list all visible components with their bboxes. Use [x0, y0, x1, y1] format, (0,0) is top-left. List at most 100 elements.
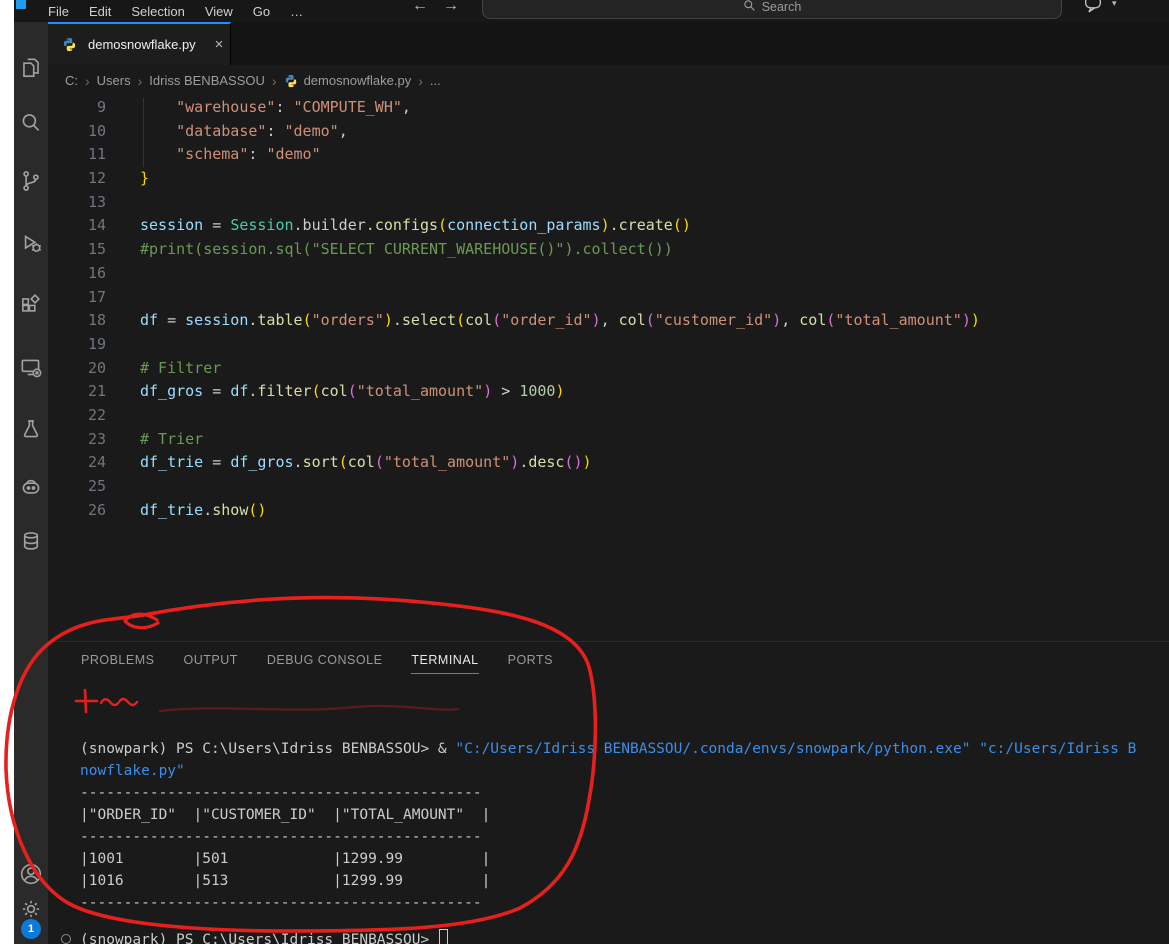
chevron-right-icon: › — [133, 73, 148, 89]
copilot-icon[interactable] — [18, 475, 44, 501]
panel-tab-output[interactable]: OUTPUT — [183, 653, 237, 674]
line-number: 16 — [48, 262, 106, 286]
command-marker-icon — [61, 934, 71, 944]
menu-go[interactable]: Go — [243, 2, 280, 21]
code-editor[interactable]: 9 "warehouse": "COMPUTE_WH",10 "database… — [48, 96, 1169, 641]
code-line: 19 — [48, 333, 1169, 357]
chevron-down-icon[interactable]: ▾ — [1112, 0, 1117, 16]
status-badge: 1 — [21, 919, 41, 939]
panel-tab-terminal[interactable]: TERMINAL — [411, 653, 478, 674]
code-line: 25 — [48, 475, 1169, 499]
line-number: 15 — [48, 238, 106, 262]
menu-edit[interactable]: Edit — [79, 2, 121, 21]
line-number: 11 — [48, 143, 106, 167]
source-control-icon[interactable] — [18, 168, 44, 194]
code-line: 9 "warehouse": "COMPUTE_WH", — [48, 96, 1169, 120]
search-placeholder: Search — [762, 0, 802, 14]
line-number: 12 — [48, 167, 106, 191]
line-number: 9 — [48, 96, 106, 120]
terminal-line: |"ORDER_ID" |"CUSTOMER_ID" |"TOTAL_AMOUN… — [80, 804, 1169, 826]
menu-more[interactable]: … — [280, 2, 313, 21]
activity-bar: 1 — [14, 22, 48, 944]
line-number: 20 — [48, 357, 106, 381]
copilot-chat-icon[interactable] — [1082, 0, 1104, 16]
chevron-right-icon: › — [413, 73, 428, 89]
panel-tab-problems[interactable]: PROBLEMS — [81, 653, 154, 674]
nav-forward-button[interactable]: → — [443, 0, 459, 15]
panel-tab-debug-console[interactable]: DEBUG CONSOLE — [267, 653, 383, 674]
menu-file[interactable]: File — [38, 2, 79, 21]
terminal-output[interactable]: (snowpark) PS C:\Users\Idriss BENBASSOU>… — [80, 738, 1169, 914]
search-icon[interactable] — [18, 110, 44, 136]
python-icon — [62, 37, 77, 52]
vscode-window: FileEditSelectionViewGo… ← → Search ▾ — [14, 0, 1169, 944]
code-line: 17 — [48, 286, 1169, 310]
code-line: 10 "database": "demo", — [48, 120, 1169, 144]
code-line: 14session = Session.builder.configs(conn… — [48, 214, 1169, 238]
terminal-line: nowflake.py" — [80, 760, 1169, 782]
breadcrumb-item[interactable]: Users — [95, 73, 133, 88]
breadcrumb: C:›Users›Idriss BENBASSOU›demosnowflake.… — [48, 65, 1169, 96]
code-line: 18df = session.table("orders").select(co… — [48, 309, 1169, 333]
run-debug-icon[interactable] — [18, 230, 44, 256]
line-number: 18 — [48, 309, 106, 333]
terminal-line: (snowpark) PS C:\Users\Idriss BENBASSOU>… — [80, 738, 1169, 760]
command-center-search[interactable]: Search — [482, 0, 1062, 19]
line-number: 21 — [48, 380, 106, 404]
nav-back-button[interactable]: ← — [412, 0, 428, 15]
line-number: 13 — [48, 191, 106, 215]
terminal-cursor — [439, 929, 448, 944]
database-icon[interactable] — [18, 528, 44, 554]
code-line: 11 "schema": "demo" — [48, 143, 1169, 167]
breadcrumb-item[interactable]: demosnowflake.py — [302, 73, 414, 88]
terminal-prompt-line[interactable]: (snowpark) PS C:\Users\Idriss BENBASSOU> — [80, 929, 448, 944]
terminal-line: |1016 |513 |1299.99 | — [80, 870, 1169, 892]
terminal-line: ----------------------------------------… — [80, 826, 1169, 848]
code-line: 12} — [48, 167, 1169, 191]
extensions-icon[interactable] — [18, 293, 44, 319]
code-line: 22 — [48, 404, 1169, 428]
bottom-panel: PROBLEMS OUTPUT DEBUG CONSOLE TERMINAL PORTS… — [48, 641, 1169, 944]
line-number: 19 — [48, 333, 106, 357]
line-number: 17 — [48, 286, 106, 310]
terminal-line: ----------------------------------------… — [80, 782, 1169, 804]
menu-view[interactable]: View — [195, 2, 243, 21]
menu-bar: FileEditSelectionViewGo… — [38, 0, 313, 22]
search-icon — [743, 0, 756, 15]
terminal-prompt-text: (snowpark) PS C:\Users\Idriss BENBASSOU> — [80, 929, 438, 944]
code-line: 20# Filtrer — [48, 357, 1169, 381]
screenshot-page: FileEditSelectionViewGo… ← → Search ▾ — [0, 0, 1169, 944]
menu-selection[interactable]: Selection — [121, 2, 194, 21]
line-number: 26 — [48, 499, 106, 523]
line-number: 22 — [48, 404, 106, 428]
files-icon[interactable] — [18, 55, 44, 81]
chevron-right-icon: › — [80, 73, 95, 89]
line-number: 10 — [48, 120, 106, 144]
code-line: 16 — [48, 262, 1169, 286]
line-number: 14 — [48, 214, 106, 238]
code-line: 21df_gros = df.filter(col("total_amount"… — [48, 380, 1169, 404]
vscode-logo-icon — [16, 0, 26, 9]
indent-guide — [143, 98, 144, 167]
tab-close-icon[interactable]: × — [215, 37, 224, 52]
testing-icon[interactable] — [18, 416, 44, 442]
editor-tab-bar: demosnowflake.py × — [48, 22, 1169, 65]
tab-demosnowflake[interactable]: demosnowflake.py × — [48, 22, 231, 65]
panel-tab-bar: PROBLEMS OUTPUT DEBUG CONSOLE TERMINAL PORTS — [81, 653, 553, 674]
line-number: 24 — [48, 451, 106, 475]
breadcrumb-item[interactable]: C: — [63, 73, 80, 88]
line-number: 25 — [48, 475, 106, 499]
terminal-line: ----------------------------------------… — [80, 892, 1169, 914]
terminal-line: |1001 |501 |1299.99 | — [80, 848, 1169, 870]
code-line: 26df_trie.show() — [48, 499, 1169, 523]
code-line: 15#print(session.sql("SELECT CURRENT_WAR… — [48, 238, 1169, 262]
code-line: 24df_trie = df_gros.sort(col("total_amou… — [48, 451, 1169, 475]
breadcrumb-item[interactable]: Idriss BENBASSOU — [147, 73, 267, 88]
remote-explorer-icon[interactable] — [18, 355, 44, 381]
account-icon[interactable] — [18, 861, 44, 887]
panel-tab-ports[interactable]: PORTS — [508, 653, 553, 674]
python-icon — [284, 74, 298, 88]
code-line: 13 — [48, 191, 1169, 215]
tab-label: demosnowflake.py — [88, 37, 196, 52]
breadcrumb-item[interactable]: ... — [428, 73, 443, 88]
